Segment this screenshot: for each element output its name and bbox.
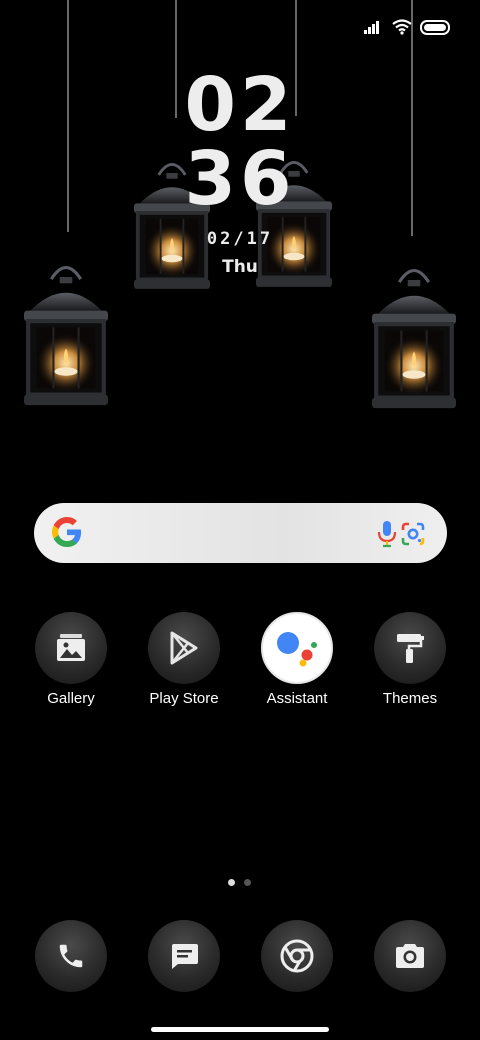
app-themes[interactable]: Themes [360, 612, 460, 707]
clock-day: Thu [222, 257, 258, 277]
page-dot [244, 879, 251, 886]
phone-icon [59, 944, 83, 968]
dock-chrome[interactable] [247, 920, 347, 992]
dock-messages[interactable] [134, 920, 234, 992]
google-g-icon [52, 517, 82, 547]
assistant-icon [277, 632, 317, 667]
clock-minute[interactable]: 36 [0, 136, 480, 222]
chrome-icon [280, 939, 314, 973]
app-label: Themes [382, 690, 438, 707]
gallery-icon [57, 634, 85, 661]
camera-icon [396, 944, 424, 968]
themes-icon [397, 634, 424, 663]
page-dot-active [228, 879, 235, 886]
page-indicator [228, 879, 251, 886]
messages-icon [172, 944, 198, 969]
app-label: Assistant [266, 690, 328, 707]
play-store-icon [170, 631, 198, 665]
app-play-store[interactable]: Play Store [134, 612, 234, 707]
app-gallery[interactable]: Gallery [21, 612, 121, 707]
dock-phone[interactable] [21, 920, 121, 992]
google-search-bar[interactable] [34, 503, 447, 563]
google-lens-icon[interactable] [400, 521, 426, 547]
gesture-navigation-bar[interactable] [151, 1027, 329, 1032]
voice-search-icon[interactable] [376, 520, 398, 548]
app-label: Play Store [149, 690, 219, 707]
dock-camera[interactable] [360, 920, 460, 992]
app-label: Gallery [47, 690, 95, 707]
clock-date: 02/17 [206, 229, 274, 249]
app-assistant[interactable]: Assistant [247, 612, 347, 707]
